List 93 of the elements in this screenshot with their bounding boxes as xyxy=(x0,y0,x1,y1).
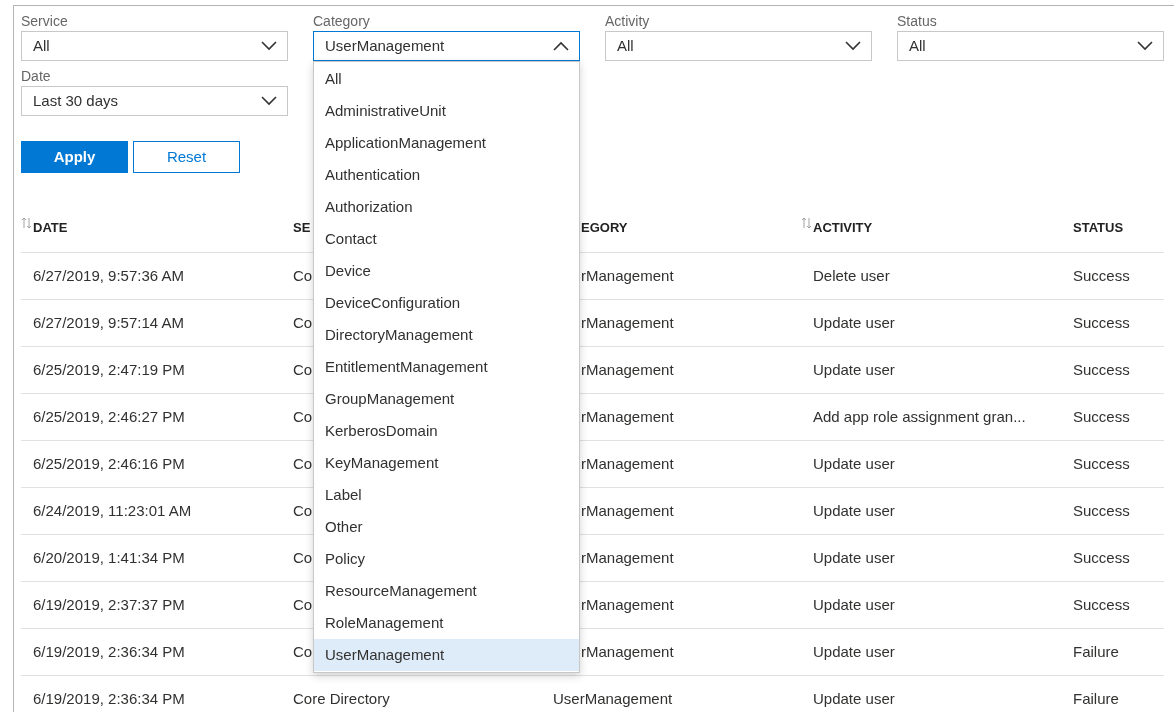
dropdown-option[interactable]: AdministrativeUnit xyxy=(314,95,579,127)
dropdown-option[interactable]: ResourceManagement xyxy=(314,575,579,607)
table-cell-text: 6/19/2019, 2:36:34 PM xyxy=(33,641,185,662)
dropdown-option[interactable]: UserManagement xyxy=(314,639,579,671)
table-cell-text: 6/25/2019, 2:46:27 PM xyxy=(33,406,185,427)
table-cell-text: 6/20/2019, 1:41:34 PM xyxy=(33,547,185,568)
table-cell-text: Co xyxy=(293,265,313,286)
chevron-down-icon xyxy=(261,41,277,51)
dropdown-field[interactable]: All xyxy=(897,31,1164,61)
table-cell-text: Update user xyxy=(813,688,895,709)
dropdown-field[interactable]: Last 30 days xyxy=(21,86,288,116)
table-cell-text: Success xyxy=(1073,406,1130,427)
table-cell-text: 6/27/2019, 9:57:36 AM xyxy=(33,265,184,286)
table-cell-text: Failure xyxy=(1073,688,1119,709)
dropdown-option[interactable]: Contact xyxy=(314,223,579,255)
table-cell-text: Add app role assignment gran... xyxy=(813,406,1026,427)
table-cell-text: Co xyxy=(293,641,313,662)
table-cell-text: Delete user xyxy=(813,265,890,286)
column-header: EGORY xyxy=(581,218,628,237)
dropdown-option[interactable]: KeyManagement xyxy=(314,447,579,479)
table-cell-text: rManagement xyxy=(581,312,674,333)
table-cell-text: Co xyxy=(293,453,313,474)
dropdown-option[interactable]: Device xyxy=(314,255,579,287)
table-cell-text: rManagement xyxy=(581,359,674,380)
table-cell-text: Update user xyxy=(813,453,895,474)
filter-label: Date xyxy=(21,67,52,86)
dropdown-option[interactable]: Other xyxy=(314,511,579,543)
dropdown-field[interactable]: All xyxy=(21,31,288,61)
dropdown-option[interactable]: DeviceConfiguration xyxy=(314,287,579,319)
chevron-up-icon xyxy=(553,41,569,51)
table-cell-text: rManagement xyxy=(581,265,674,286)
table-cell-text: Failure xyxy=(1073,641,1119,662)
table-cell-text: 6/19/2019, 2:37:37 PM xyxy=(33,594,185,615)
chevron-down-icon xyxy=(261,96,277,106)
chevron-down-icon xyxy=(1137,41,1153,51)
sort-icon[interactable] xyxy=(21,217,33,229)
table-cell-text: rManagement xyxy=(581,453,674,474)
column-header[interactable]: ACTIVITY xyxy=(813,217,873,238)
dropdown-field[interactable]: All xyxy=(605,31,872,61)
dropdown-option[interactable]: ApplicationManagement xyxy=(314,127,579,159)
table-cell-text: Co xyxy=(293,500,313,521)
table-cell-text: Update user xyxy=(813,312,895,333)
table-cell-text: Success xyxy=(1073,453,1130,474)
table-cell-text: rManagement xyxy=(581,641,674,662)
dropdown-option[interactable]: KerberosDomain xyxy=(314,415,579,447)
table-cell-text: Success xyxy=(1073,594,1130,615)
table-cell-text: Co xyxy=(293,359,313,380)
dropdown-option[interactable]: GroupManagement xyxy=(314,383,579,415)
table-cell-text: Update user xyxy=(813,547,895,568)
table-cell-text: Success xyxy=(1073,359,1130,380)
table-cell-text: rManagement xyxy=(581,406,674,427)
table-cell-text: Success xyxy=(1073,547,1130,568)
table-cell-text: UserManagement xyxy=(553,688,673,709)
column-header: SE xyxy=(293,218,311,237)
filter-label: Service xyxy=(21,12,69,31)
dropdown-option[interactable]: All xyxy=(314,63,579,95)
table-cell-text: Co xyxy=(293,594,313,615)
table-cell-text: Success xyxy=(1073,265,1130,286)
table-cell-text: Update user xyxy=(813,641,895,662)
reset-button[interactable]: Reset xyxy=(133,141,240,173)
dropdown-option[interactable]: DirectoryManagement xyxy=(314,319,579,351)
column-header: STATUS xyxy=(1073,218,1124,237)
table-cell-text: Success xyxy=(1073,500,1130,521)
dropdown-option[interactable]: RoleManagement xyxy=(314,607,579,639)
table-cell-text: Success xyxy=(1073,312,1130,333)
table-cell-text: Co xyxy=(293,547,313,568)
filter-label: Activity xyxy=(605,12,651,31)
dropdown-option[interactable]: Authentication xyxy=(314,159,579,191)
table-cell-text: 6/27/2019, 9:57:14 AM xyxy=(33,312,184,333)
table-cell-text: Co xyxy=(293,406,313,427)
table-cell-text: Update user xyxy=(813,359,895,380)
table-cell-text: rManagement xyxy=(581,547,674,568)
filter-label: Category xyxy=(313,12,371,31)
apply-button[interactable]: Apply xyxy=(21,141,128,173)
table-cell-text: Update user xyxy=(813,500,895,521)
table-cell-text: rManagement xyxy=(581,594,674,615)
table-cell-text: 6/24/2019, 11:23:01 AM xyxy=(33,500,192,521)
table-cell-text: 6/19/2019, 2:36:34 PM xyxy=(33,688,185,709)
table-cell-text: 6/25/2019, 2:46:16 PM xyxy=(33,453,185,474)
dropdown-field[interactable]: UserManagement xyxy=(313,31,580,61)
table-cell-text: rManagement xyxy=(581,500,674,521)
table-cell-text: Co xyxy=(293,312,313,333)
sort-icon[interactable] xyxy=(801,217,813,229)
table-cell-text: Core Directory xyxy=(293,688,390,709)
table-cell-text: Update user xyxy=(813,594,895,615)
chevron-down-icon xyxy=(845,41,861,51)
table-cell-text: 6/25/2019, 2:47:19 PM xyxy=(33,359,185,380)
column-header[interactable]: DATE xyxy=(33,217,68,238)
dropdown-option[interactable]: Authorization xyxy=(314,191,579,223)
dropdown-option[interactable]: EntitlementManagement xyxy=(314,351,579,383)
dropdown-option[interactable]: Policy xyxy=(314,543,579,575)
dropdown-option[interactable]: Label xyxy=(314,479,579,511)
filter-label: Status xyxy=(897,12,938,31)
